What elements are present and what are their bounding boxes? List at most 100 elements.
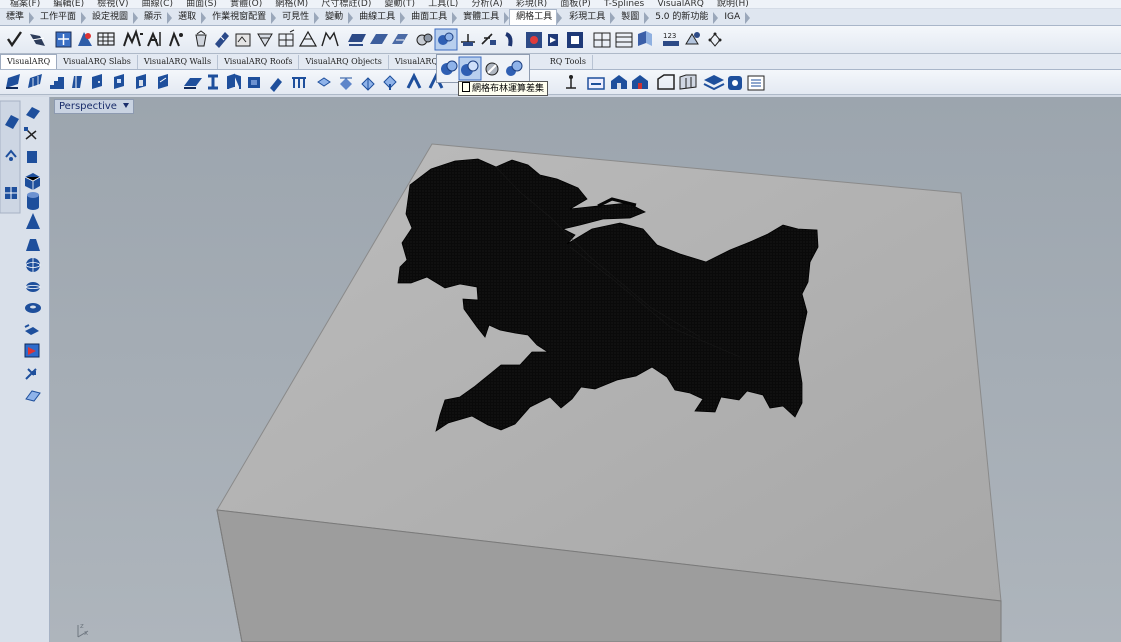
- mesh-bucket-icon[interactable]: [195, 30, 207, 47]
- truncated-cone-icon[interactable]: [26, 239, 40, 251]
- cylinder-flat-icon[interactable]: [27, 151, 37, 163]
- side-tab-mesh-icon[interactable]: [5, 187, 17, 199]
- space-icon[interactable]: [406, 72, 422, 89]
- mesh-analyze-icon[interactable]: [685, 32, 700, 45]
- menu-solid[interactable]: 實體(O): [230, 0, 262, 8]
- tab-visualarq-objects[interactable]: VisualARQ Objects: [299, 55, 389, 69]
- menu-tools[interactable]: 工具(L): [428, 0, 458, 8]
- mesh-trim-icon[interactable]: [278, 29, 295, 47]
- torus-icon[interactable]: [25, 303, 41, 313]
- mesh-layer-2-icon[interactable]: [370, 34, 388, 44]
- list-icon[interactable]: [747, 75, 765, 91]
- mesh-grid-icon[interactable]: [97, 32, 115, 46]
- opening-icon[interactable]: [136, 74, 146, 89]
- furniture-icon[interactable]: [248, 77, 260, 88]
- box-corner-icon[interactable]: [24, 127, 37, 140]
- cube-icon[interactable]: [24, 173, 41, 190]
- curtain-wall-icon[interactable]: [28, 74, 42, 88]
- tab-visibility[interactable]: 可見性: [276, 10, 320, 25]
- tab-standard[interactable]: 標準: [0, 10, 35, 25]
- mesh-pipe-icon[interactable]: [505, 32, 513, 47]
- beam-icon[interactable]: [208, 74, 218, 90]
- check-mesh-icon[interactable]: [7, 31, 22, 48]
- mesh-patch-icon[interactable]: [298, 30, 318, 47]
- mesh-unweld-icon[interactable]: [123, 28, 143, 47]
- mesh-vertex-icon[interactable]: [169, 31, 183, 47]
- mesh-boolean-split-icon[interactable]: [481, 33, 496, 45]
- menu-visualarq[interactable]: VisualARQ: [657, 0, 703, 8]
- column-icon[interactable]: [72, 76, 82, 88]
- menu-mesh[interactable]: 網格(M): [275, 0, 308, 8]
- mesh-layer-1-icon[interactable]: [348, 34, 366, 46]
- mesh-from-surface-icon[interactable]: [30, 34, 45, 46]
- label-icon[interactable]: [587, 77, 605, 90]
- house-red-icon[interactable]: [632, 75, 648, 89]
- slab-icon[interactable]: [184, 78, 202, 89]
- wall-icon[interactable]: [6, 74, 20, 89]
- house-icon[interactable]: [611, 75, 627, 89]
- flyout-boolean-difference-icon[interactable]: [458, 56, 482, 81]
- menu-help[interactable]: 說明(H): [717, 0, 749, 8]
- tab-drafting[interactable]: 製圖: [615, 10, 650, 25]
- mesh-points-icon[interactable]: [708, 32, 722, 47]
- mesh-split-icon[interactable]: [257, 33, 273, 47]
- menu-edit[interactable]: 編輯(E): [53, 0, 84, 8]
- section-icon[interactable]: [340, 77, 352, 90]
- menu-file[interactable]: 檔案(F): [10, 0, 40, 8]
- cone-icon[interactable]: [26, 213, 40, 229]
- roof-icon[interactable]: [158, 74, 168, 89]
- tab-set-view[interactable]: 設定視圖: [86, 10, 139, 25]
- flyout-boolean-union-icon[interactable]: [441, 60, 458, 75]
- mesh-layer-3-icon[interactable]: [392, 34, 408, 44]
- menu-curve[interactable]: 曲線(C): [142, 0, 173, 8]
- tab-surface-tools[interactable]: 曲面工具: [405, 10, 458, 25]
- layers-icon[interactable]: [703, 75, 725, 91]
- mesh-layout-icon[interactable]: [638, 31, 652, 46]
- mesh-boolean-intersection-icon[interactable]: [461, 34, 475, 46]
- mesh-boolean-union-icon[interactable]: [416, 33, 433, 46]
- menu-analyze[interactable]: 分析(A): [471, 0, 502, 8]
- mesh-fill-holes-icon[interactable]: [321, 31, 339, 47]
- tab-render-tools[interactable]: 彩現工具: [563, 10, 616, 25]
- element-icon[interactable]: [270, 78, 282, 92]
- sphere-icon[interactable]: [25, 258, 41, 272]
- tab-visualarq-tools[interactable]: RQ Tools: [544, 55, 593, 69]
- mesh-repair-icon[interactable]: [55, 31, 72, 48]
- ellipsoid-icon[interactable]: [25, 282, 41, 292]
- tab-solid-tools[interactable]: 實體工具: [457, 10, 510, 25]
- tab-transform[interactable]: 變動: [319, 10, 354, 25]
- shell-icon[interactable]: [25, 368, 37, 380]
- mesh-count-icon[interactable]: 123: [663, 32, 679, 46]
- plan-view-icon[interactable]: [361, 77, 375, 91]
- window-icon[interactable]: [114, 74, 124, 89]
- cylinder-icon[interactable]: [27, 192, 39, 210]
- flyout-boolean-split-icon[interactable]: [506, 60, 523, 76]
- tab-iga[interactable]: IGA: [718, 10, 750, 25]
- stair-icon[interactable]: [50, 77, 64, 89]
- tab-display[interactable]: 顯示: [138, 10, 173, 25]
- object-styles-icon[interactable]: [728, 76, 742, 90]
- outline-icon[interactable]: [657, 74, 675, 90]
- table-icon[interactable]: [679, 74, 697, 90]
- dimension-icon[interactable]: [566, 75, 576, 89]
- book-icon[interactable]: [25, 390, 41, 402]
- tab-new-in-v5[interactable]: 5.0 的新功能: [649, 10, 719, 25]
- elevation-icon[interactable]: [383, 75, 397, 90]
- tab-visualarq-walls[interactable]: VisualARQ Walls: [138, 55, 219, 69]
- level-icon[interactable]: [317, 77, 331, 87]
- tab-visualarq[interactable]: VisualARQ: [0, 54, 58, 69]
- tab-visualarq-roofs[interactable]: VisualARQ Roofs: [218, 55, 300, 69]
- mesh-tile-icon[interactable]: [615, 32, 633, 48]
- door-icon[interactable]: [92, 74, 102, 89]
- menu-render[interactable]: 彩現(R): [516, 0, 547, 8]
- menu-dimension[interactable]: 尺寸標註(D): [321, 0, 371, 8]
- tab-mesh-tools[interactable]: 網格工具: [509, 9, 563, 25]
- pipe-icon[interactable]: [24, 324, 39, 335]
- mesh-reduce-icon[interactable]: [215, 32, 229, 48]
- perspective-viewport[interactable]: Perspective z x: [50, 97, 1121, 642]
- mesh-box-icon[interactable]: [567, 32, 583, 48]
- grid-icon[interactable]: [292, 77, 306, 88]
- extrude-icon[interactable]: [24, 343, 40, 358]
- tab-viewport-layout[interactable]: 作業視窗配置: [206, 10, 277, 25]
- mesh-flip-icon[interactable]: [548, 34, 558, 46]
